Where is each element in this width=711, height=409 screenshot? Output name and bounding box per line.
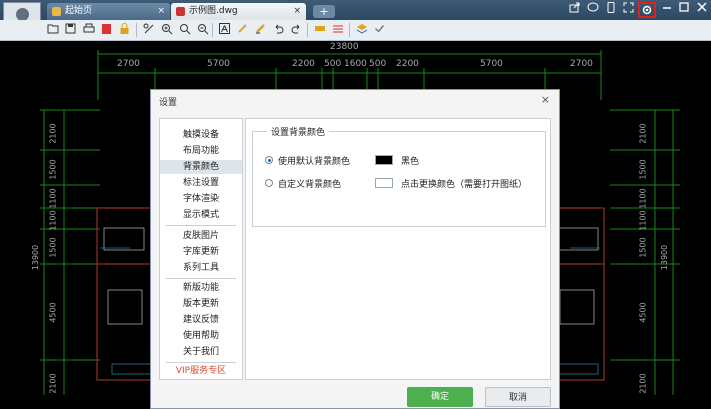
message-icon[interactable] <box>584 2 601 18</box>
zoom-in-icon[interactable] <box>160 23 173 36</box>
lock-icon[interactable] <box>118 23 131 36</box>
black-swatch <box>375 155 393 165</box>
nav-item-font-library[interactable]: 字库更新 <box>160 245 242 259</box>
default-bg-label[interactable]: 使用默认背景颜色 <box>278 154 350 167</box>
nav-item-touch-device[interactable]: 触摸设备 <box>160 128 242 142</box>
close-icon[interactable] <box>693 2 710 18</box>
nav-item-font-render[interactable]: 字体渲染 <box>160 192 242 206</box>
dimension-icon[interactable] <box>313 23 326 36</box>
minimize-icon[interactable] <box>658 2 675 18</box>
toolbar <box>0 20 711 41</box>
nav-item-about[interactable]: 关于我们 <box>160 345 242 359</box>
tab-label: 示例图.dwg <box>189 6 238 16</box>
zoom-fit-icon[interactable] <box>178 23 191 36</box>
check-icon[interactable] <box>373 23 386 36</box>
black-color-label: 黑色 <box>401 157 420 167</box>
pen-icon[interactable] <box>236 23 249 36</box>
ok-button[interactable]: 确定 <box>407 387 473 407</box>
toolbar-divider <box>349 23 350 37</box>
custom-bg-label[interactable]: 自定义背景颜色 <box>278 177 341 190</box>
highlight-icon[interactable] <box>254 23 267 36</box>
background-color-group: 设置背景颜色 使用默认背景颜色 黑色 自定义背景颜色 点击更换颜色（需要打开图纸… <box>252 125 546 227</box>
maximize-icon[interactable] <box>675 2 692 18</box>
print-icon[interactable] <box>82 23 95 36</box>
nav-item-skin[interactable]: 皮肤图片 <box>160 229 242 243</box>
nav-divider <box>166 225 236 226</box>
group-title: 设置背景颜色 <box>267 125 330 138</box>
toolbar-divider <box>307 23 308 37</box>
custom-color-swatch[interactable] <box>375 178 393 188</box>
compare-icon[interactable] <box>331 23 344 36</box>
default-bg-radio[interactable] <box>265 156 273 164</box>
nav-item-feedback[interactable]: 建议反馈 <box>160 313 242 327</box>
dwg-file-icon <box>176 7 185 16</box>
fullscreen-icon[interactable] <box>620 2 637 18</box>
dialog-close-icon[interactable]: × <box>541 93 550 106</box>
title-bar: 起始页 × 示例图.dwg × + <box>0 0 711 39</box>
nav-item-annotation[interactable]: 标注设置 <box>160 176 242 190</box>
nav-item-tools[interactable]: 系列工具 <box>160 261 242 275</box>
open-icon[interactable] <box>46 23 59 36</box>
tab-close-icon[interactable]: × <box>293 3 301 20</box>
cancel-button[interactable]: 取消 <box>485 387 551 407</box>
settings-nav: 触摸设备 布局功能 背景颜色 标注设置 字体渲染 显示模式 皮肤图片 字库更新 … <box>159 118 243 380</box>
tab-start-page[interactable]: 起始页 × <box>47 3 170 20</box>
nav-item-layout[interactable]: 布局功能 <box>160 144 242 158</box>
nav-item-new-features[interactable]: 新版功能 <box>160 281 242 295</box>
toolbar-divider <box>136 23 137 37</box>
dialog-title: 设置 <box>159 98 178 108</box>
nav-item-vip[interactable]: VIP服务专区 <box>160 364 242 378</box>
tab-close-icon[interactable]: × <box>157 3 165 20</box>
nav-divider <box>166 278 236 279</box>
nav-item-display-mode[interactable]: 显示模式 <box>160 208 242 222</box>
nav-divider <box>166 362 236 363</box>
change-color-hint[interactable]: 点击更换颜色（需要打开图纸） <box>401 177 527 190</box>
nav-item-background-color[interactable]: 背景颜色 <box>160 160 242 174</box>
tab-drawing[interactable]: 示例图.dwg × <box>171 3 306 20</box>
toolbar-divider <box>212 23 213 37</box>
mobile-icon[interactable] <box>602 2 619 18</box>
new-tab-button[interactable]: + <box>313 5 335 18</box>
redo-icon[interactable] <box>290 23 303 36</box>
undo-icon[interactable] <box>272 23 285 36</box>
settings-icon[interactable] <box>638 2 656 18</box>
nav-item-version-update[interactable]: 版本更新 <box>160 297 242 311</box>
layers-icon[interactable] <box>355 23 368 36</box>
settings-dialog: 设置 × 触摸设备 布局功能 背景颜色 标注设置 字体渲染 显示模式 皮肤图片 … <box>150 89 560 409</box>
tab-label: 起始页 <box>65 6 93 16</box>
zoom-out-icon[interactable] <box>196 23 209 36</box>
settings-content: 设置背景颜色 使用默认背景颜色 黑色 自定义背景颜色 点击更换颜色（需要打开图纸… <box>245 118 551 380</box>
text-icon[interactable] <box>218 23 231 36</box>
pdf-icon[interactable] <box>100 23 113 36</box>
custom-bg-radio[interactable] <box>265 179 273 187</box>
save-icon[interactable] <box>64 23 77 36</box>
nav-item-help[interactable]: 使用帮助 <box>160 329 242 343</box>
home-icon <box>52 7 61 16</box>
share-icon[interactable] <box>566 2 583 18</box>
measure-icon[interactable] <box>142 23 155 36</box>
